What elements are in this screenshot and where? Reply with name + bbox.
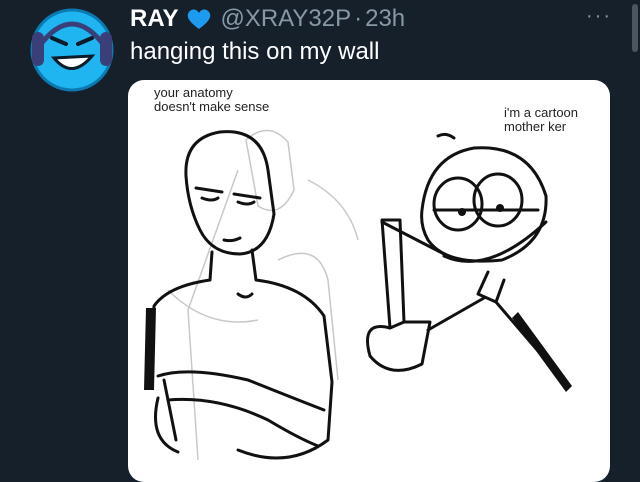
caption-left: your anatomy doesn't make sense: [154, 85, 270, 114]
scrollbar[interactable]: [632, 4, 638, 52]
caption-right: i'm a cartoon mother ker: [504, 105, 579, 134]
tweet-image[interactable]: your anatomy doesn't make sense i'm a ca…: [128, 80, 610, 482]
avatar[interactable]: [30, 8, 114, 92]
timestamp[interactable]: 23h: [365, 4, 405, 34]
separator-dot: ·: [354, 5, 363, 32]
tweet-header: RAY @XRAY32P · 23h: [130, 4, 405, 34]
comic-drawing: [144, 129, 572, 461]
author-handle[interactable]: @XRAY32P: [220, 4, 351, 34]
more-options-icon[interactable]: ···: [586, 6, 612, 26]
verified-heart-icon: [186, 7, 212, 31]
tweet-text: hanging this on my wall: [130, 38, 380, 65]
author-name[interactable]: RAY: [130, 4, 178, 34]
